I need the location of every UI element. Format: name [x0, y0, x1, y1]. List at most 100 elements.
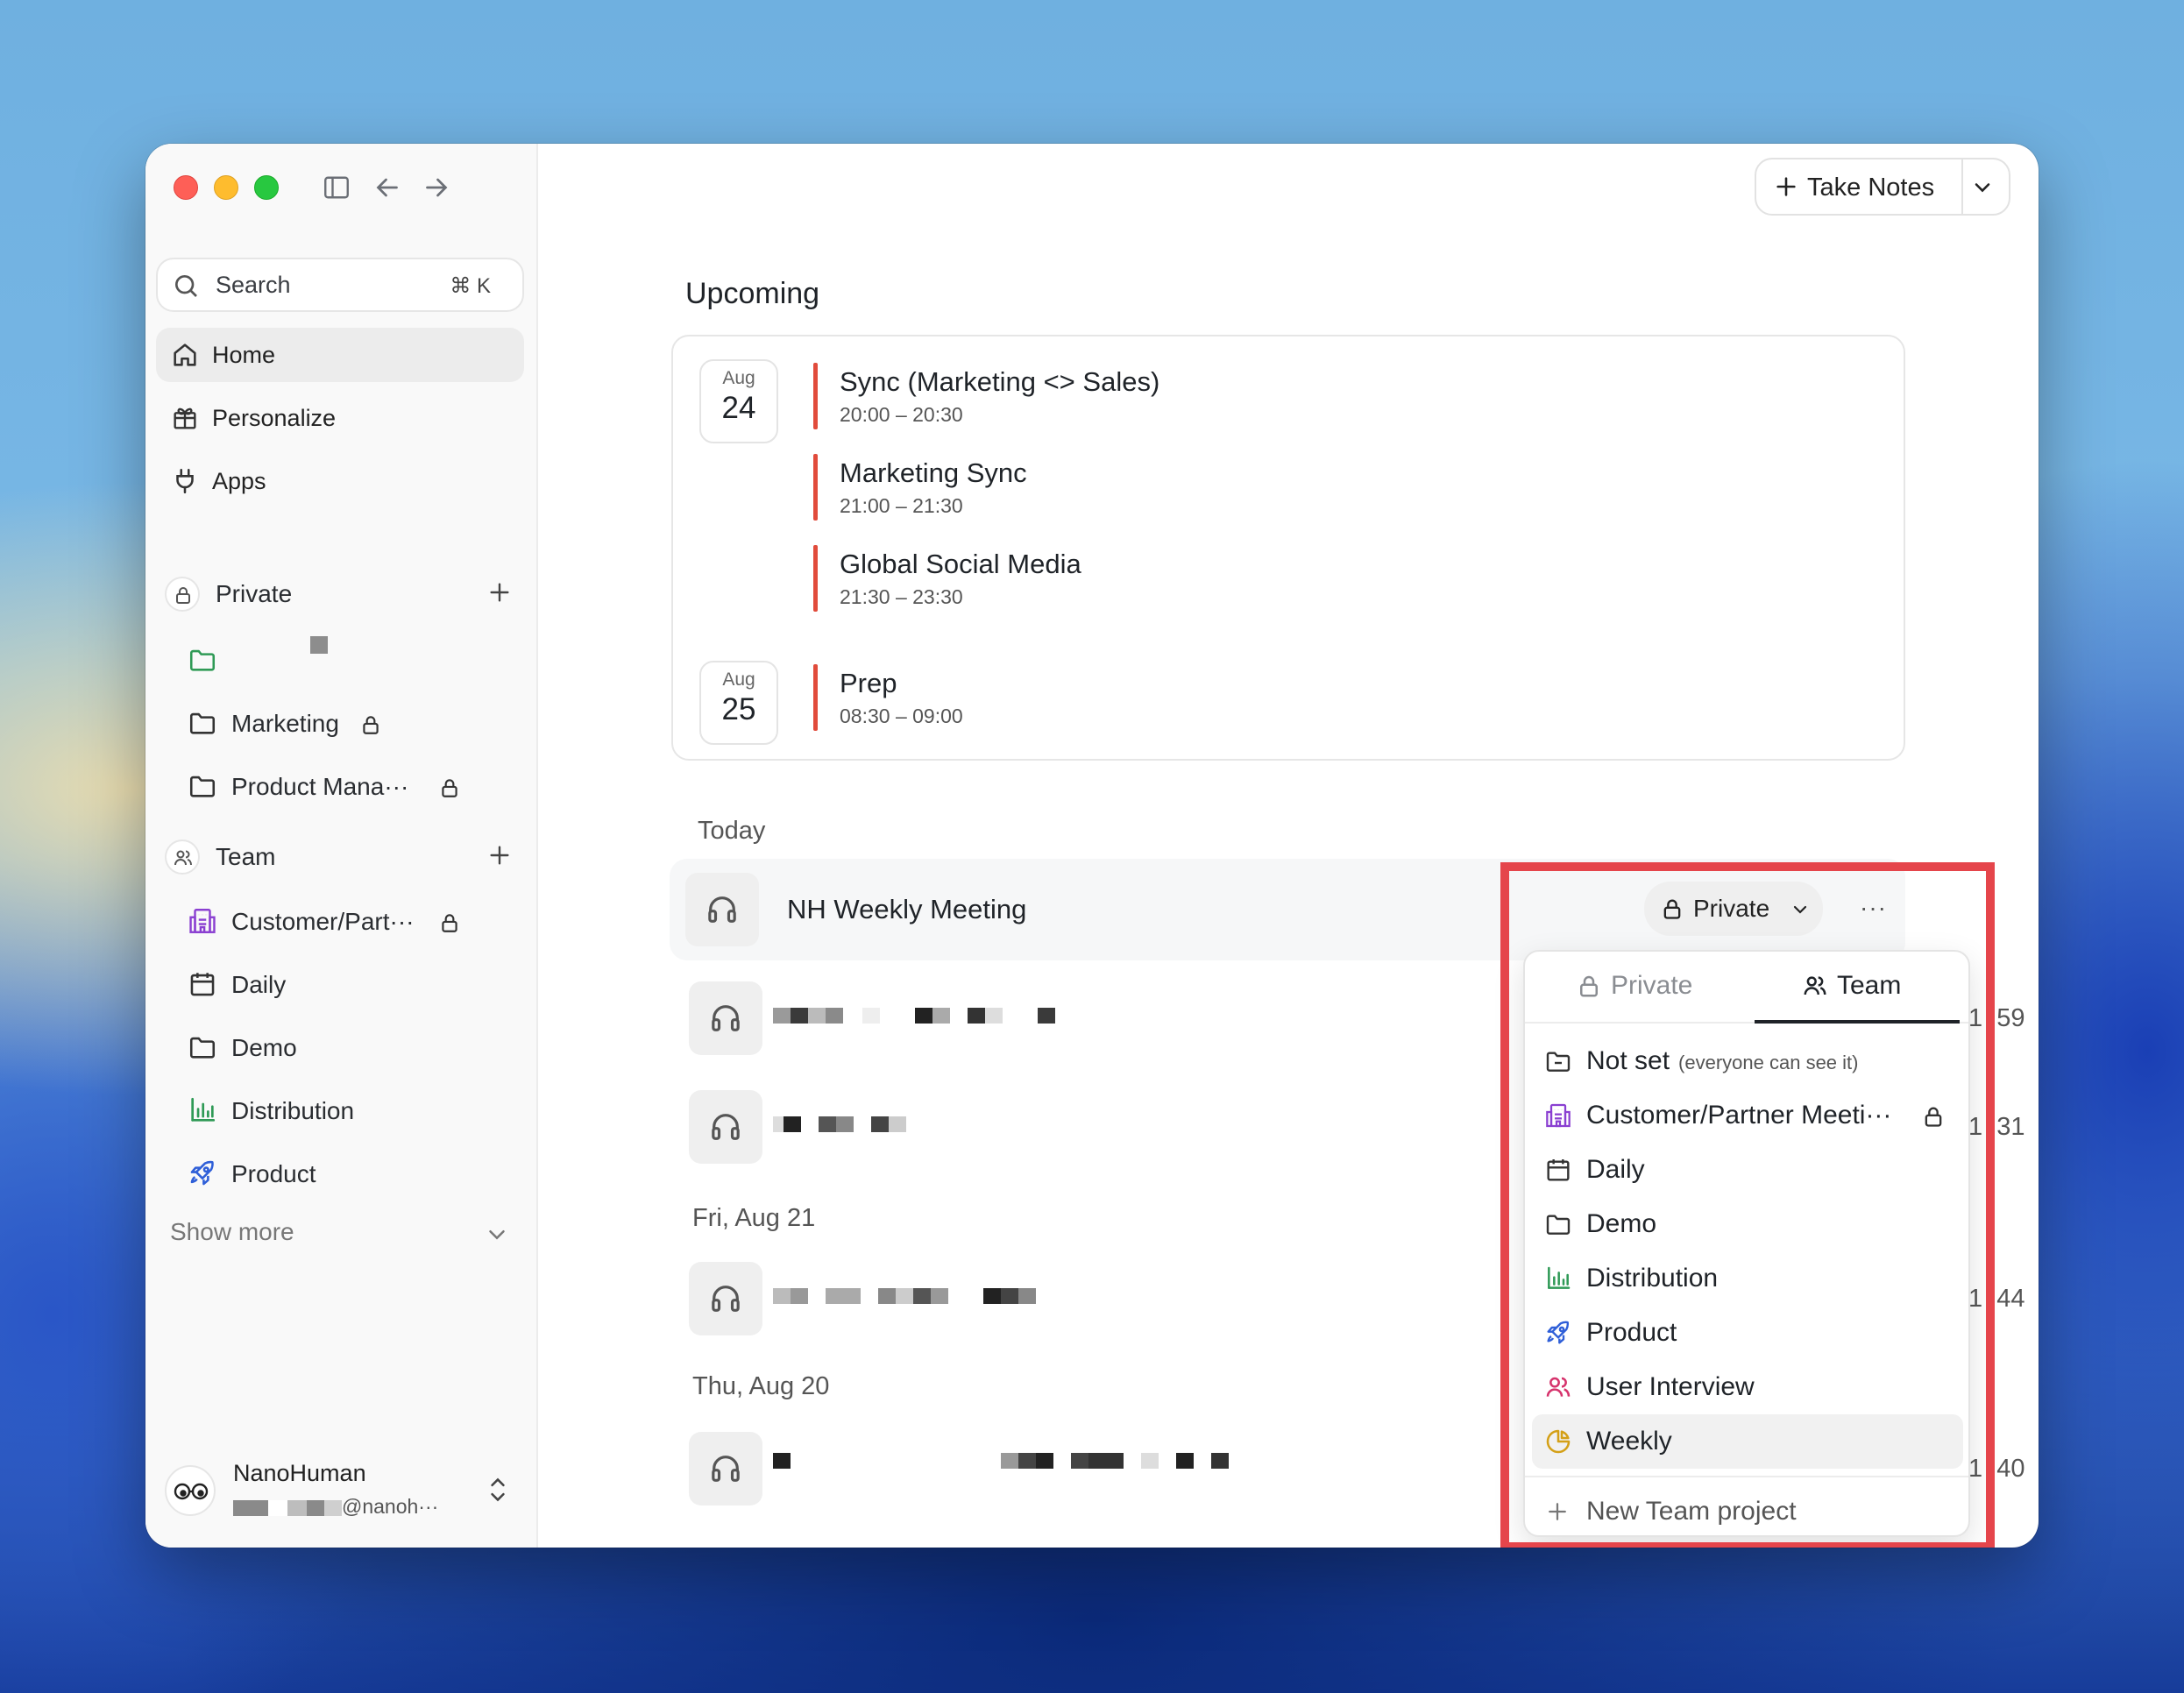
folder-icon: [1544, 1210, 1572, 1238]
sidebar-project-product[interactable]: Product: [188, 1150, 529, 1199]
rocket-icon: [188, 1158, 217, 1188]
user-account[interactable]: NanoHuman @nanoh···: [165, 1455, 524, 1525]
add-team-project-button[interactable]: [486, 841, 514, 869]
team-section-header[interactable]: Team: [165, 834, 524, 883]
folder-icon: [188, 1032, 217, 1062]
search-input[interactable]: Search ⌘ K: [156, 258, 524, 312]
menu-item-label: Demo: [1586, 1209, 1657, 1238]
folder-minus-icon: [1544, 1047, 1572, 1075]
event-color-bar: [813, 363, 818, 429]
group-label-fri: Fri, Aug 21: [692, 1204, 816, 1232]
chevron-down-icon[interactable]: [1970, 175, 1995, 200]
lock-icon: [359, 713, 382, 736]
private-section-header[interactable]: Private: [165, 571, 524, 620]
tab-label: Private: [1611, 971, 1693, 1000]
sidebar-project-marketing[interactable]: Marketing: [188, 699, 529, 748]
project-label: Distribution: [231, 1097, 355, 1124]
lock-icon: [1921, 1104, 1946, 1129]
event-prep[interactable]: Prep 08:30 – 09:00: [813, 664, 1602, 734]
sidebar-project-demo[interactable]: Demo: [188, 1024, 529, 1073]
show-more-link[interactable]: Show more: [170, 1218, 294, 1246]
sidebar: Search ⌘ K Home Personalize Apps Private…: [145, 144, 538, 1548]
chevron-down-icon: [1790, 899, 1811, 920]
sidebar-project-redacted[interactable]: [188, 636, 529, 685]
more-options-icon[interactable]: ···: [1860, 894, 1887, 922]
forward-arrow-icon[interactable]: [421, 172, 452, 203]
event-color-bar: [813, 545, 818, 612]
sidebar-project-distribution[interactable]: Distribution: [188, 1087, 529, 1136]
chevron-up-down-icon[interactable]: [484, 1474, 512, 1505]
user-email-suffix: @nanoh···: [342, 1495, 439, 1518]
close-window-button[interactable]: [174, 175, 198, 200]
event-color-bar: [813, 664, 818, 731]
lock-icon: [1660, 896, 1684, 921]
headphones-icon: [689, 981, 762, 1055]
pie-chart-icon: [1544, 1427, 1572, 1456]
menu-item-product[interactable]: Product: [1532, 1306, 1963, 1360]
sidebar-project-product-management[interactable]: Product Mana···: [188, 762, 529, 811]
event-color-bar: [813, 454, 818, 521]
maximize-window-button[interactable]: [254, 175, 279, 200]
date-day: 25: [721, 692, 756, 726]
menu-item-weekly[interactable]: Weekly: [1532, 1414, 1963, 1469]
headphones-icon: [689, 1090, 762, 1164]
nav-item-apps[interactable]: Apps: [156, 454, 524, 508]
menu-item-distribution[interactable]: Distribution: [1532, 1251, 1963, 1306]
event-sync-marketing-sales[interactable]: Sync (Marketing <> Sales) 20:00 – 20:30: [813, 363, 1602, 433]
menu-item-customer-partner[interactable]: Customer/Partner Meeti···: [1532, 1088, 1963, 1143]
project-label: Demo: [231, 1034, 297, 1061]
users-icon: [1544, 1373, 1572, 1401]
menu-item-user-interview[interactable]: User Interview: [1532, 1360, 1963, 1414]
project-label: Product: [231, 1160, 316, 1187]
lock-icon: [165, 577, 200, 612]
back-arrow-icon[interactable]: [372, 172, 403, 203]
nav-item-personalize[interactable]: Personalize: [156, 391, 524, 445]
meeting-time: 1 :31: [1968, 1113, 2025, 1141]
event-global-social-media[interactable]: Global Social Media 21:30 – 23:30: [813, 545, 1602, 615]
meeting-row-featured[interactable]: NH Weekly Meeting Private ···: [670, 859, 1905, 960]
event-time: 08:30 – 09:00: [840, 705, 963, 727]
take-notes-label: Take Notes: [1807, 174, 1935, 202]
upcoming-heading: Upcoming: [685, 277, 820, 310]
visibility-dropdown-button[interactable]: Private: [1644, 882, 1823, 936]
visibility-tabs: Private Team: [1525, 952, 1968, 1024]
plus-icon: [1544, 1498, 1572, 1527]
project-label: Product Mana···: [231, 773, 409, 800]
project-label: Daily: [231, 971, 287, 998]
sidebar-project-daily[interactable]: Daily: [188, 960, 529, 1009]
minimize-window-button[interactable]: [214, 175, 238, 200]
team-section-label: Team: [216, 843, 276, 870]
nav-item-home[interactable]: Home: [156, 328, 524, 382]
new-team-project-button[interactable]: New Team project: [1532, 1484, 1963, 1535]
tab-team[interactable]: Team: [1755, 952, 1960, 1024]
date-month: Aug: [722, 368, 755, 388]
menu-item-daily[interactable]: Daily: [1532, 1143, 1963, 1197]
menu-item-demo[interactable]: Demo: [1532, 1197, 1963, 1251]
avatar: [165, 1465, 216, 1516]
tab-private[interactable]: Private: [1525, 952, 1744, 1022]
meeting-title: NH Weekly Meeting: [787, 894, 1027, 924]
new-project-label: New Team project: [1586, 1497, 1797, 1526]
redacted-block: [310, 636, 328, 654]
search-shortcut: ⌘ K: [450, 274, 491, 298]
add-private-project-button[interactable]: [486, 578, 514, 606]
sidebar-project-customer-partner[interactable]: Customer/Part···: [188, 897, 529, 946]
nav-label: Apps: [212, 468, 266, 494]
users-icon: [1802, 973, 1828, 999]
headphones-icon: [685, 873, 759, 946]
redacted-title: [773, 1453, 1229, 1469]
project-label: Marketing: [231, 710, 339, 737]
event-title: Global Social Media: [840, 549, 1081, 579]
take-notes-button[interactable]: Take Notes: [1755, 158, 2010, 216]
sidebar-toggle-icon[interactable]: [321, 172, 352, 203]
button-divider: [1961, 159, 1963, 214]
visibility-label: Private: [1693, 895, 1770, 922]
chevron-down-icon[interactable]: [484, 1222, 510, 1248]
event-marketing-sync[interactable]: Marketing Sync 21:00 – 21:30: [813, 454, 1602, 524]
plus-icon: [1774, 174, 1798, 199]
private-section-label: Private: [216, 580, 293, 607]
event-title: Sync (Marketing <> Sales): [840, 366, 1160, 397]
not-set-label: Not set: [1586, 1046, 1670, 1075]
app-window: Search ⌘ K Home Personalize Apps Private…: [145, 144, 2039, 1548]
menu-item-not-set[interactable]: Not set (everyone can see it): [1532, 1034, 1963, 1088]
